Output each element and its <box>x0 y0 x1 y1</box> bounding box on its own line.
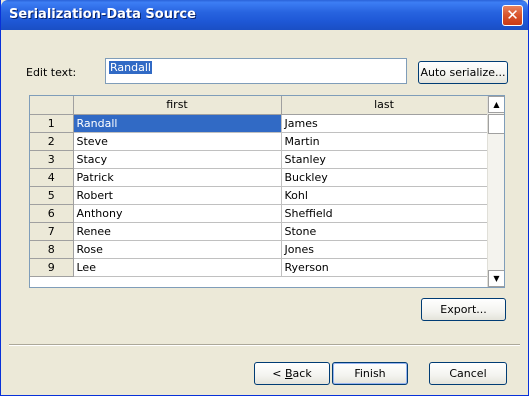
cell-first[interactable]: Robert <box>73 186 282 205</box>
table-row[interactable]: 3 Stacy Stanley <box>30 150 488 169</box>
back-button[interactable]: < Back <box>254 362 330 385</box>
column-header-last[interactable]: last <box>281 96 488 115</box>
cell-last[interactable]: Sheffield <box>281 204 488 223</box>
cell-first[interactable]: Rose <box>73 240 282 259</box>
separator <box>9 344 520 346</box>
cell-last[interactable]: Buckley <box>281 168 488 187</box>
arrow-down-icon[interactable]: ▼ <box>488 270 504 287</box>
edit-text-input[interactable]: Randall <box>105 58 407 84</box>
row-number[interactable]: 2 <box>30 132 74 151</box>
row-number[interactable]: 7 <box>30 222 74 241</box>
cell-last[interactable]: Stone <box>281 222 488 241</box>
finish-button[interactable]: Finish <box>332 362 408 385</box>
table-row[interactable]: 7 Renee Stone <box>30 222 488 241</box>
cell-first[interactable]: Steve <box>73 132 282 151</box>
close-button[interactable]: ✕ <box>502 5 523 26</box>
cell-last[interactable]: Martin <box>281 132 488 151</box>
cell-last[interactable]: Kohl <box>281 186 488 205</box>
table-header-row: first last <box>30 96 488 115</box>
row-number[interactable]: 1 <box>30 114 74 133</box>
auto-serialize-button[interactable]: Auto serialize... <box>418 61 508 84</box>
window-title: Serialization-Data Source <box>9 7 196 22</box>
row-number[interactable]: 8 <box>30 240 74 259</box>
table-row[interactable]: 2 Steve Martin <box>30 132 488 151</box>
cell-first[interactable]: Stacy <box>73 150 282 169</box>
export-button[interactable]: Export... <box>421 298 506 321</box>
table-row[interactable]: 4 Patrick Buckley <box>30 168 488 187</box>
data-grid[interactable]: first last 1 Randall James 2 Steve Martin 3 Sta… <box>29 95 505 288</box>
table-row[interactable]: 8 Rose Jones <box>30 240 488 259</box>
cell-last[interactable]: Ryerson <box>281 258 488 277</box>
row-number[interactable]: 4 <box>30 168 74 187</box>
table-row[interactable]: 9 Lee Ryerson <box>30 258 488 277</box>
table-body: 1 Randall James 2 Steve Martin 3 Stacy Stanley 4 P… <box>30 114 488 277</box>
cell-first[interactable]: Renee <box>73 222 282 241</box>
cell-last[interactable]: James <box>281 114 488 133</box>
row-number[interactable]: 9 <box>30 258 74 277</box>
vertical-scrollbar[interactable]: ▲ ▼ <box>487 96 504 287</box>
edit-text-value: Randall <box>109 61 152 74</box>
row-number[interactable]: 6 <box>30 204 74 223</box>
cell-last[interactable]: Jones <box>281 240 488 259</box>
arrow-up-icon[interactable]: ▲ <box>488 96 504 113</box>
dialog-window: Serialization-Data Source ✕ Edit text: R… <box>0 0 529 396</box>
cell-first[interactable]: Randall <box>73 114 282 133</box>
cell-last[interactable]: Stanley <box>281 150 488 169</box>
cancel-button[interactable]: Cancel <box>429 362 507 385</box>
edit-text-label: Edit text: <box>26 66 77 79</box>
table-row[interactable]: 5 Robert Kohl <box>30 186 488 205</box>
table-row[interactable]: 6 Anthony Sheffield <box>30 204 488 223</box>
back-mnemonic: B <box>285 367 293 380</box>
table-row[interactable]: 1 Randall James <box>30 114 488 133</box>
title-bar[interactable]: Serialization-Data Source ✕ <box>1 0 528 30</box>
column-header-first[interactable]: first <box>73 96 282 115</box>
row-header-corner <box>30 96 74 115</box>
back-prefix: < <box>272 367 285 380</box>
row-number[interactable]: 5 <box>30 186 74 205</box>
scrollbar-thumb[interactable] <box>488 114 504 134</box>
cell-first[interactable]: Patrick <box>73 168 282 187</box>
data-table: first last 1 Randall James 2 Steve Martin 3 Sta… <box>30 96 488 277</box>
back-rest: ack <box>292 367 312 380</box>
cell-first[interactable]: Lee <box>73 258 282 277</box>
cell-first[interactable]: Anthony <box>73 204 282 223</box>
row-number[interactable]: 3 <box>30 150 74 169</box>
